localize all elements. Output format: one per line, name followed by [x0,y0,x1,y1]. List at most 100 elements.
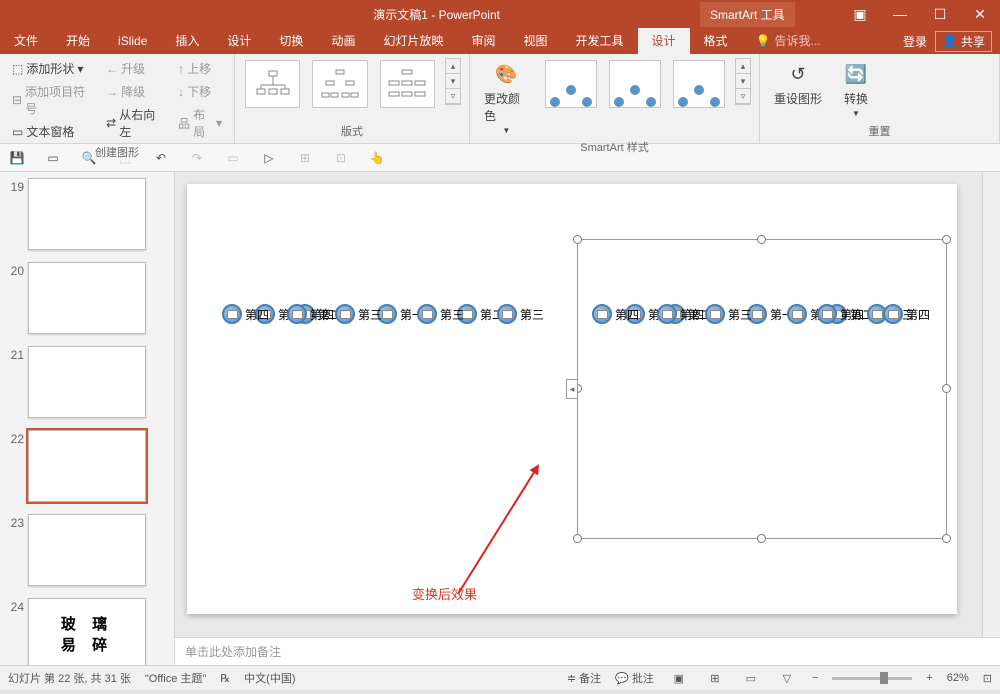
layout-thumb-2[interactable] [312,60,367,108]
doc-title: 演示文稿1 - PowerPoint [373,6,500,23]
zoom-slider[interactable] [832,677,912,680]
restore-button[interactable]: ☐ [920,0,960,28]
annotation-text: 变换后效果 [412,584,477,603]
status-bar: 幻灯片 第 22 张, 共 31 张 "Office 主题" ℞ 中文(中国) … [0,665,1000,690]
slide-thumbnails-panel[interactable]: 19 20 21 22 23 24玻 璃易 碎 [0,172,175,665]
layout-button[interactable]: 品 布局 ▾ [174,104,226,142]
qat-btn-10[interactable]: ⊡ [332,149,350,167]
slide-counter[interactable]: 幻灯片 第 22 张, 共 31 张 [8,670,131,686]
slide-canvas[interactable]: 第一 第二 第二 第三 第三 第三 第三 第四 第四 第一 第二 第 [187,184,957,614]
move-down-button[interactable]: ↓ 下移 [174,81,226,102]
bulb-icon: 💡 [756,28,771,54]
resize-handle[interactable] [942,384,951,393]
group-label-styles: SmartArt 样式 [478,137,751,157]
minimize-button[interactable]: — [880,0,920,28]
zoom-out-button[interactable]: − [812,672,818,684]
notes-toggle[interactable]: ≑ 备注 [567,670,601,686]
fit-to-window-button[interactable]: ⊡ [983,672,992,685]
style-thumb-3[interactable] [673,60,725,108]
undo-button[interactable]: ↶ [152,149,170,167]
demote-button[interactable]: → 降级 [102,81,166,102]
convert-icon: 🔄 [842,60,870,88]
print-preview-button[interactable]: 🔍 [80,149,98,167]
tab-smartart-design[interactable]: 设计 [638,28,690,54]
thumb-22[interactable] [28,430,146,502]
rtl-button[interactable]: ⇄ 从右向左 [102,104,166,142]
text-pane-button[interactable]: ▭ 文本窗格 [8,121,94,142]
redo-button[interactable]: ↷ [188,149,206,167]
reset-graphic-button[interactable]: ↺重设图形 [768,58,828,109]
tab-transitions[interactable]: 切换 [265,28,317,54]
layout-gallery-scroll[interactable]: ▴▾▿ [445,58,461,105]
resize-handle[interactable] [573,235,582,244]
person-icon: 👤 [942,34,957,48]
resize-handle[interactable] [757,534,766,543]
text-pane-toggle[interactable]: ◂ [566,379,578,399]
qat-btn-9[interactable]: ⊞ [296,149,314,167]
resize-handle[interactable] [757,235,766,244]
tab-design[interactable]: 设计 [213,28,265,54]
add-shape-button[interactable]: ⬚ 添加形状 ▾ [8,58,94,79]
login-link[interactable]: 登录 [903,33,927,50]
notes-pane[interactable]: 单击此处添加备注 [175,637,1000,665]
group-label-reset: 重置 [768,121,991,141]
comments-toggle[interactable]: 💬 批注 [615,670,654,686]
thumb-19[interactable] [28,178,146,250]
save-button[interactable]: 💾 [8,149,26,167]
ribbon-display-options-icon[interactable]: ▣ [840,0,880,28]
slideshow-view-button[interactable]: ▽ [776,669,798,687]
tab-insert[interactable]: 插入 [161,28,213,54]
resize-handle[interactable] [942,534,951,543]
thumb-23[interactable] [28,514,146,586]
tab-file[interactable]: 文件 [0,28,52,54]
ribbon: ⬚ 添加形状 ▾ ⊟ 添加项目符号 ▭ 文本窗格 ← 升级 → 降级 ⇄ 从右向… [0,54,1000,144]
convert-button[interactable]: 🔄转换▼ [836,58,876,120]
start-slideshow-button[interactable]: ▷ [260,149,278,167]
move-up-button[interactable]: ↑ 上移 [174,58,226,79]
contextual-tool-title: SmartArt 工具 [700,2,795,27]
spellcheck-icon[interactable]: ℞ [220,672,230,685]
group-label-layouts: 版式 [243,121,461,141]
tab-view[interactable]: 视图 [509,28,561,54]
normal-view-button[interactable]: ▣ [668,669,690,687]
tell-me-search[interactable]: 💡告诉我... [742,28,835,54]
tab-smartart-format[interactable]: 格式 [690,28,742,54]
qat-btn-7[interactable]: ▭ [224,149,242,167]
thumb-24[interactable]: 玻 璃易 碎 [28,598,146,665]
new-button[interactable]: ▭ [44,149,62,167]
style-thumb-2[interactable] [609,60,661,108]
thumb-21[interactable] [28,346,146,418]
tab-home[interactable]: 开始 [52,28,104,54]
sorter-view-button[interactable]: ⊞ [704,669,726,687]
tab-slideshow[interactable]: 幻灯片放映 [369,28,457,54]
tab-review[interactable]: 审阅 [457,28,509,54]
menu-bar: 文件 开始 iSlide 插入 设计 切换 动画 幻灯片放映 审阅 视图 开发工… [0,28,1000,54]
tab-animations[interactable]: 动画 [317,28,369,54]
style-thumb-1[interactable] [545,60,597,108]
share-button[interactable]: 👤共享 [935,31,992,52]
zoom-in-button[interactable]: + [926,672,932,684]
canvas-area: 第一 第二 第二 第三 第三 第三 第三 第四 第四 第一 第二 第 [175,172,1000,665]
tab-devtools[interactable]: 开发工具 [562,28,638,54]
close-button[interactable]: ✕ [960,0,1000,28]
resize-handle[interactable] [942,235,951,244]
selection-box[interactable]: ◂ [577,239,947,539]
layout-thumb-3[interactable] [380,60,435,108]
theme-name: "Office 主题" [145,670,206,686]
title-bar: 演示文稿1 - PowerPoint SmartArt 工具 ▣ — ☐ ✕ [0,0,1000,28]
add-bullet-button[interactable]: ⊟ 添加项目符号 [8,81,94,119]
tab-islide[interactable]: iSlide [104,28,161,54]
smartart-tree-left: 第一 第二 第二 第三 第三 第三 第三 第四 第四 [217,304,577,484]
layout-thumb-1[interactable] [245,60,300,108]
zoom-level[interactable]: 62% [947,672,969,684]
resize-handle[interactable] [573,534,582,543]
vertical-scrollbar[interactable] [982,172,1000,637]
palette-icon: 🎨 [492,60,520,88]
style-gallery-scroll[interactable]: ▴▾▿ [735,58,751,105]
thumb-20[interactable] [28,262,146,334]
change-colors-button[interactable]: 🎨更改颜色▼ [478,58,535,137]
language-indicator[interactable]: 中文(中国) [244,670,295,686]
promote-button[interactable]: ← 升级 [102,58,166,79]
reading-view-button[interactable]: ▭ [740,669,762,687]
touch-mode-button[interactable]: 👆 [368,149,386,167]
